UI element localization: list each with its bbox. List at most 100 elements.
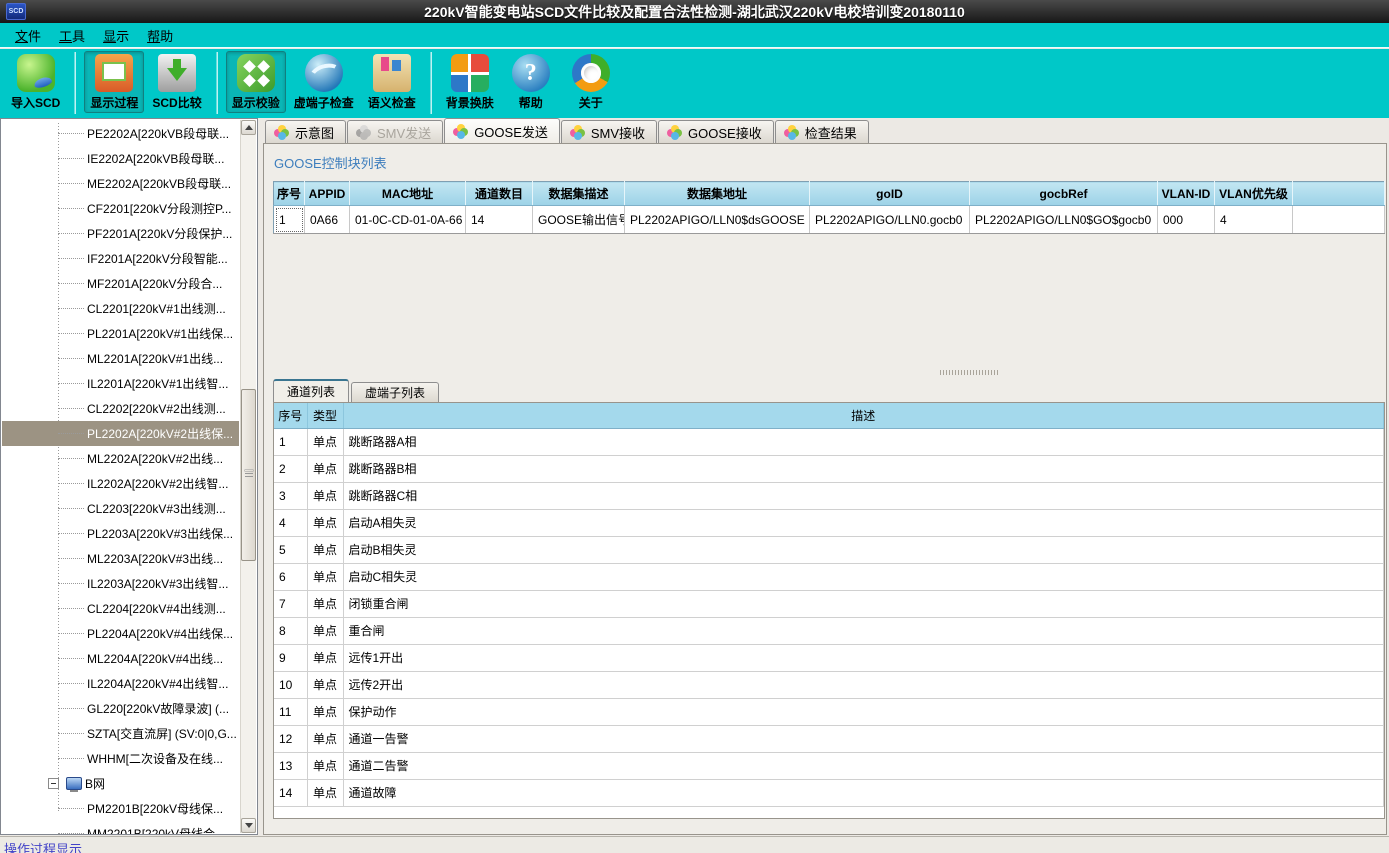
scrollbar-thumb[interactable] (241, 389, 256, 561)
table-row[interactable]: 8单点重合闸 (274, 617, 1384, 644)
table-cell[interactable]: 13 (274, 752, 307, 779)
tree-item[interactable]: GL220[220kV故障录波] (... (2, 696, 239, 721)
table-cell[interactable]: 保护动作 (343, 698, 1384, 725)
tree-item[interactable]: CL2201[220kV#1出线测... (2, 296, 239, 321)
column-header[interactable]: 序号 (274, 403, 307, 428)
column-header[interactable]: 序号 (274, 182, 305, 206)
table-cell[interactable]: 启动C相失灵 (343, 563, 1384, 590)
tree-item[interactable]: MF2201A[220kV分段合... (2, 271, 239, 296)
tree-item[interactable]: ML2201A[220kV#1出线... (2, 346, 239, 371)
tab[interactable]: SMV发送 (347, 120, 443, 143)
tree-item[interactable]: IF2201A[220kV分段智能... (2, 246, 239, 271)
column-header[interactable]: gocbRef (970, 182, 1158, 206)
table-cell[interactable]: 单点 (307, 698, 343, 725)
table-cell[interactable]: 重合闸 (343, 617, 1384, 644)
toolbar-button[interactable]: 虚端子检查 (288, 51, 360, 113)
table-cell[interactable]: 14 (466, 206, 533, 234)
tab[interactable]: 检查结果 (775, 120, 869, 143)
tree-item[interactable]: CL2203[220kV#3出线测... (2, 496, 239, 521)
table-cell[interactable]: 单点 (307, 428, 343, 455)
table-cell[interactable]: 跳断路器A相 (343, 428, 1384, 455)
table-cell[interactable]: 远传1开出 (343, 644, 1384, 671)
table-cell[interactable]: 8 (274, 617, 307, 644)
column-header[interactable]: 类型 (307, 403, 343, 428)
tree-item[interactable]: PL2203A[220kV#3出线保... (2, 521, 239, 546)
tree-item[interactable]: CL2204[220kV#4出线测... (2, 596, 239, 621)
table-cell[interactable]: 0A66 (305, 206, 350, 234)
tree-item[interactable]: PL2202A[220kV#2出线保... (2, 421, 239, 446)
tree-item[interactable]: IL2203A[220kV#3出线智... (2, 571, 239, 596)
menu-item[interactable]: 文件 (6, 24, 50, 47)
table-cell[interactable]: 单点 (307, 590, 343, 617)
tree-scrollbar[interactable] (240, 120, 256, 833)
table-cell[interactable]: PL2202APIGO/LLN0$GO$gocb0 (970, 206, 1158, 234)
toolbar-button[interactable]: 帮助 (502, 51, 560, 113)
table-cell[interactable]: GOOSE输出信号 (533, 206, 625, 234)
table-cell[interactable]: PL2202APIGO/LLN0.gocb0 (810, 206, 970, 234)
toolbar-button[interactable]: 导入SCD (5, 51, 66, 113)
toolbar-button[interactable]: 语义检查 (362, 51, 422, 113)
table-cell[interactable]: 跳断路器C相 (343, 482, 1384, 509)
table-row[interactable]: 10单点远传2开出 (274, 671, 1384, 698)
column-header[interactable]: VLAN-ID (1158, 182, 1215, 206)
table-row[interactable]: 11单点保护动作 (274, 698, 1384, 725)
table-cell[interactable]: 通道二告警 (343, 752, 1384, 779)
table-cell[interactable]: 9 (274, 644, 307, 671)
splitter-handle[interactable] (940, 370, 998, 375)
table-cell[interactable]: 4 (1215, 206, 1293, 234)
table-cell[interactable]: 单点 (307, 644, 343, 671)
table-cell[interactable]: 4 (274, 509, 307, 536)
toolbar-button[interactable]: SCD比较 (146, 51, 207, 113)
tab[interactable]: 示意图 (265, 120, 346, 143)
tree-item[interactable]: PM2201B[220kV母线保... (2, 796, 239, 821)
table-cell[interactable]: 单点 (307, 725, 343, 752)
table-row[interactable]: 7单点闭锁重合闸 (274, 590, 1384, 617)
table-cell[interactable]: 11 (274, 698, 307, 725)
menu-item[interactable]: 帮助 (138, 24, 182, 47)
tree-item[interactable]: ME2202A[220kVB段母联... (2, 171, 239, 196)
column-header[interactable] (1293, 182, 1385, 206)
tree-item[interactable]: PF2201A[220kV分段保护... (2, 221, 239, 246)
table-cell[interactable]: 14 (274, 779, 307, 806)
table-cell[interactable]: 跳断路器B相 (343, 455, 1384, 482)
table-row[interactable]: 2单点跳断路器B相 (274, 455, 1384, 482)
tree-item[interactable]: MM2201B[220kV母线合... (2, 821, 239, 834)
table-cell[interactable]: 通道一告警 (343, 725, 1384, 752)
table-cell[interactable]: 单点 (307, 455, 343, 482)
bottom-tab[interactable]: 通道列表 (273, 379, 349, 402)
table-cell[interactable]: 远传2开出 (343, 671, 1384, 698)
column-header[interactable]: 通道数目 (466, 182, 533, 206)
column-header[interactable]: MAC地址 (350, 182, 466, 206)
table-cell[interactable]: 3 (274, 482, 307, 509)
tree-item[interactable]: IL2202A[220kV#2出线智... (2, 471, 239, 496)
table-cell[interactable]: 10 (274, 671, 307, 698)
table-cell[interactable]: 1 (274, 428, 307, 455)
table-cell[interactable]: 5 (274, 536, 307, 563)
table-row[interactable]: 13单点通道二告警 (274, 752, 1384, 779)
menu-item[interactable]: 显示 (94, 24, 138, 47)
tree-item[interactable]: WHHM[二次设备及在线... (2, 746, 239, 771)
tab[interactable]: GOOSE发送 (444, 118, 560, 143)
table-cell[interactable]: 单点 (307, 671, 343, 698)
table-cell[interactable]: 000 (1158, 206, 1215, 234)
tree-item[interactable]: ML2203A[220kV#3出线... (2, 546, 239, 571)
tree-item[interactable]: ML2202A[220kV#2出线... (2, 446, 239, 471)
table-cell[interactable]: 单点 (307, 563, 343, 590)
table-cell[interactable]: 单点 (307, 509, 343, 536)
table-row[interactable]: 10A6601-0C-CD-01-0A-6614GOOSE输出信号PL2202A… (274, 206, 1385, 234)
tree-item[interactable]: CF2201[220kV分段测控P... (2, 196, 239, 221)
column-header[interactable]: goID (810, 182, 970, 206)
table-cell[interactable]: 单点 (307, 536, 343, 563)
table-row[interactable]: 4单点启动A相失灵 (274, 509, 1384, 536)
table-cell[interactable]: 单点 (307, 779, 343, 806)
table-cell[interactable]: 通道故障 (343, 779, 1384, 806)
table-cell[interactable] (1293, 206, 1385, 234)
column-header[interactable]: VLAN优先级 (1215, 182, 1293, 206)
tree-item[interactable]: CL2202[220kV#2出线测... (2, 396, 239, 421)
table-row[interactable]: 14单点通道故障 (274, 779, 1384, 806)
table-cell[interactable]: 单点 (307, 752, 343, 779)
table-cell[interactable]: 单点 (307, 482, 343, 509)
tree-item[interactable]: PL2201A[220kV#1出线保... (2, 321, 239, 346)
toolbar-button[interactable]: 关于 (562, 51, 620, 113)
tree-item[interactable]: PE2202A[220kVB段母联... (2, 121, 239, 146)
